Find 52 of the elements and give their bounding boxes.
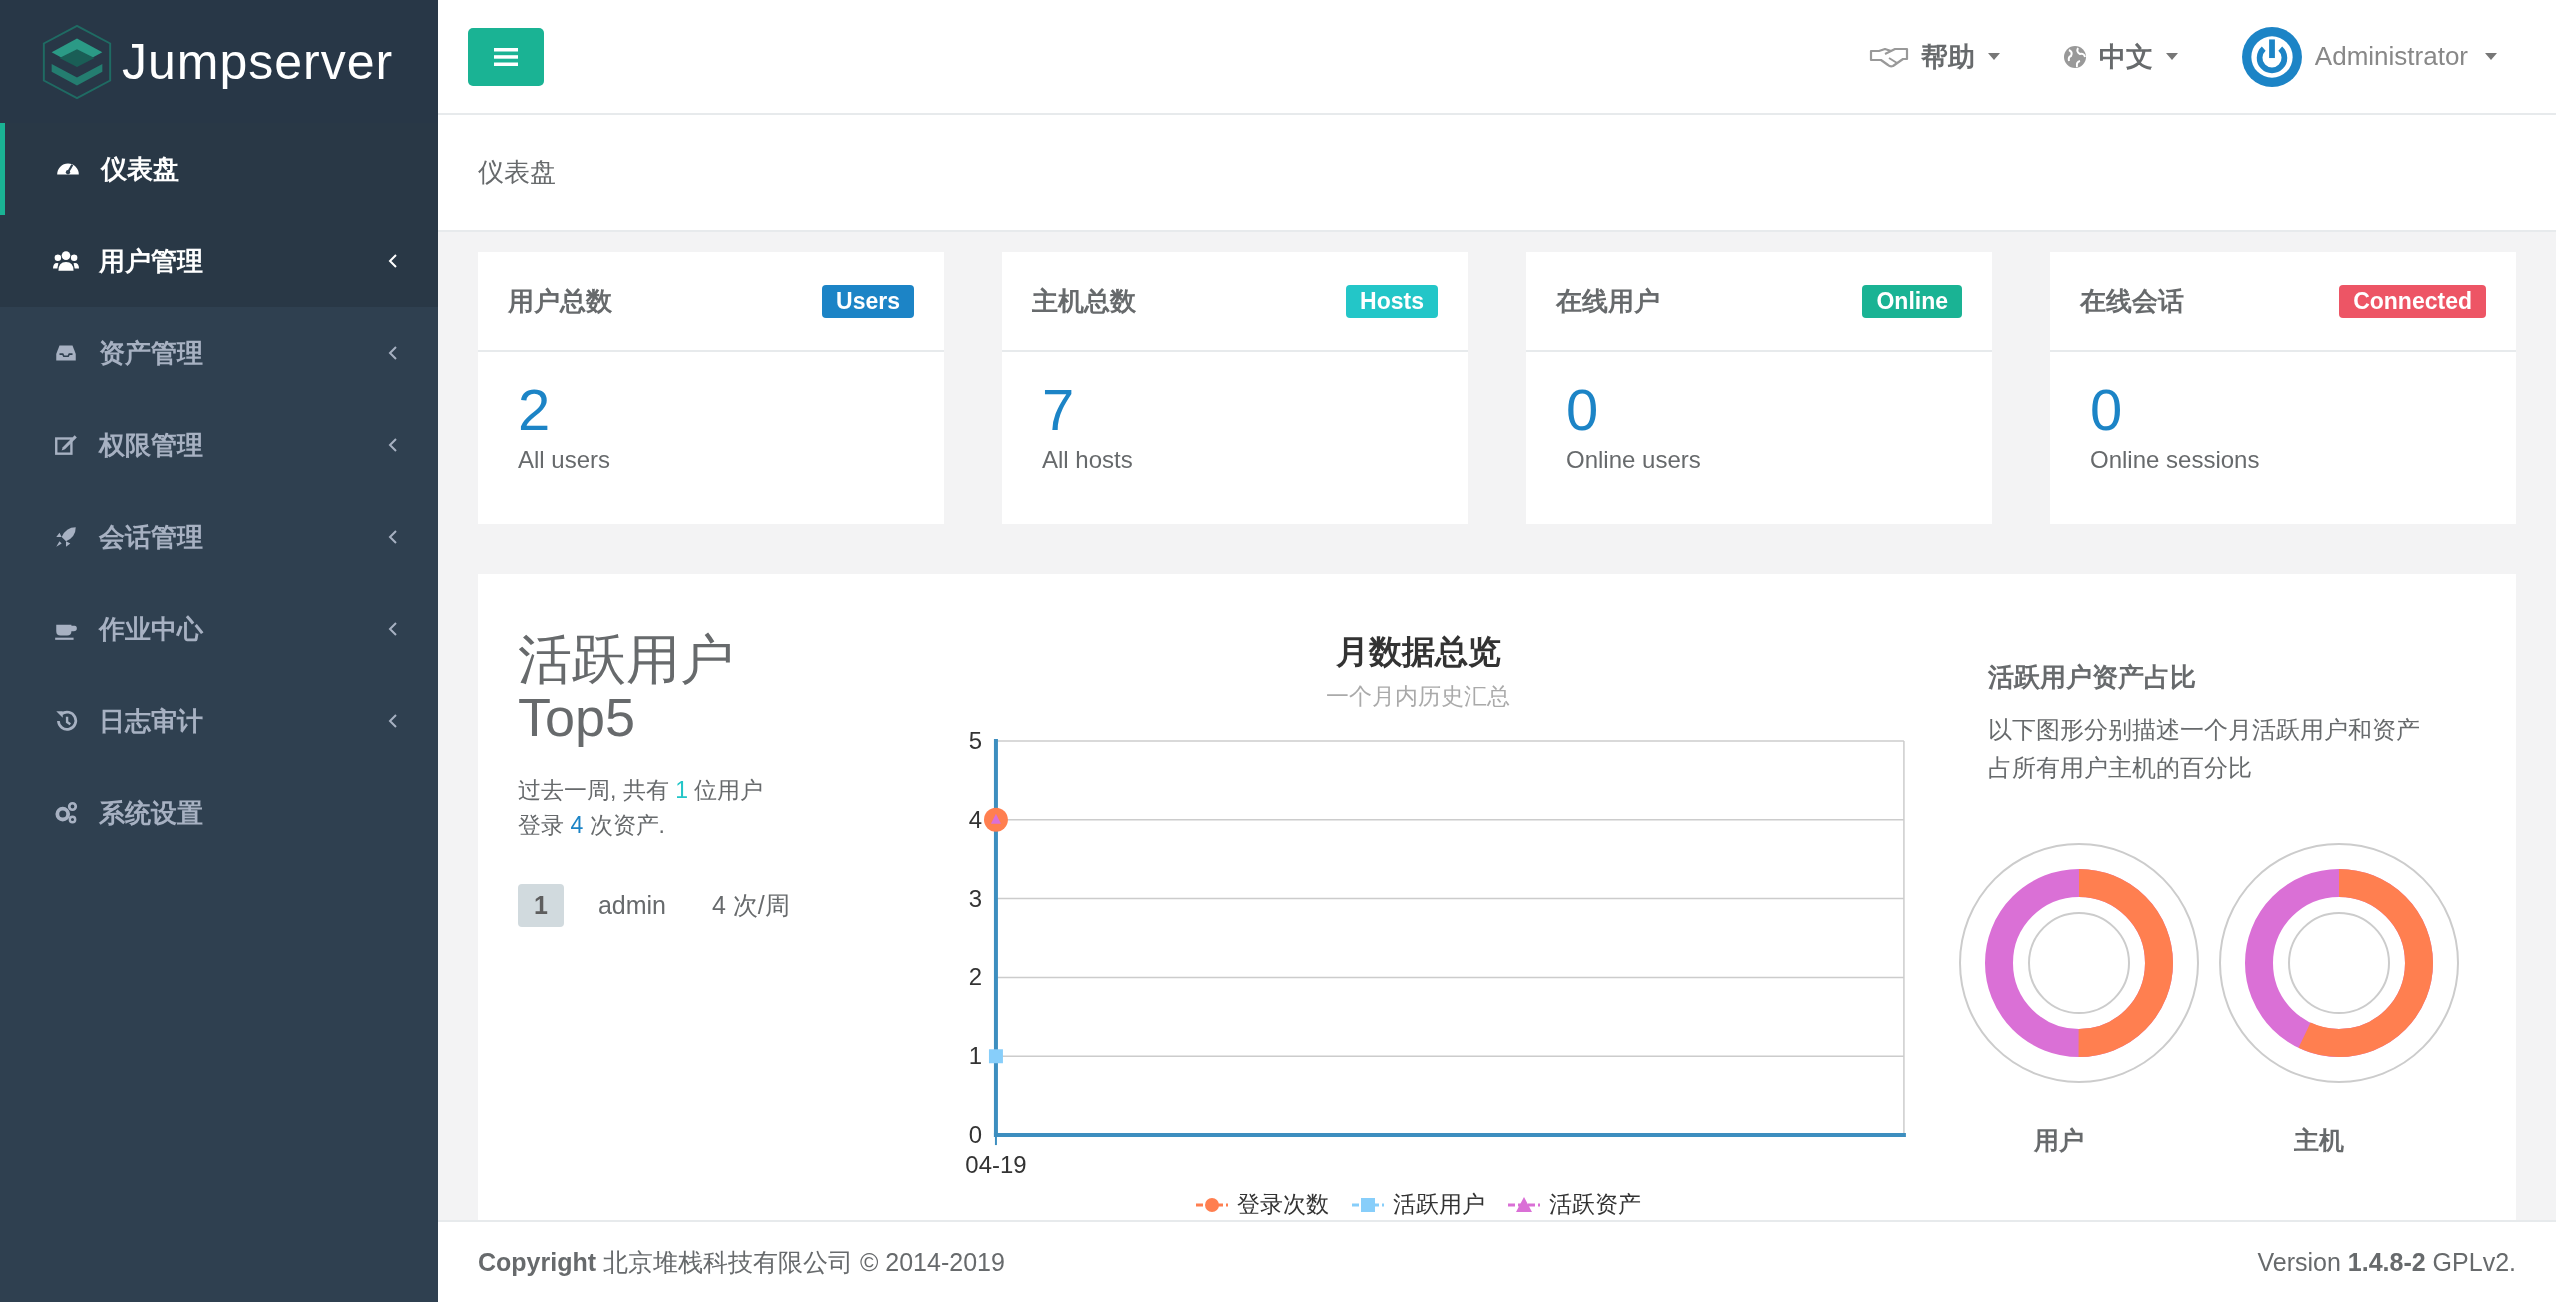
- stat-value: 0: [1566, 378, 1600, 442]
- sidebar-item[interactable]: 日志审计: [0, 675, 438, 767]
- user-name: admin: [597, 890, 666, 920]
- ratio-title: 活跃用户资产占比: [1988, 661, 2197, 694]
- user-menu[interactable]: Administrator: [2314, 41, 2468, 72]
- donut-label: 用户: [2034, 1124, 2084, 1156]
- chart-subtitle: 一个月内历史汇总: [1326, 682, 1510, 711]
- card-label: Hosts: [1346, 284, 1438, 318]
- legend-label: 登录次数: [1237, 1190, 1329, 1219]
- stat-caption: Online sessions: [2090, 445, 2261, 474]
- stat-value: 7: [1042, 378, 1076, 442]
- card-label: Connected: [2339, 284, 2486, 318]
- y-tick-label: 2: [968, 963, 982, 991]
- stat-caption: Online users: [1566, 445, 1702, 474]
- card-title: 在线用户: [1556, 284, 1660, 318]
- sidebar-item[interactable]: 权限管理: [0, 399, 438, 491]
- login-count: 4 次/周: [712, 889, 790, 921]
- y-tick-label: 3: [968, 884, 982, 912]
- donut-label: 主机: [2294, 1124, 2344, 1156]
- ratio-description: 以下图形分别描述一个月活跃用户和资产占所有用户主机的百分比: [1988, 715, 2421, 784]
- card-label: Users: [822, 284, 914, 318]
- help-menu[interactable]: 帮助: [1920, 38, 1975, 75]
- sidebar-item[interactable]: 会话管理: [0, 491, 438, 583]
- card-title: 用户总数: [508, 284, 612, 318]
- chart-title: 月数据总览: [1335, 632, 1501, 672]
- stat-caption: All users: [518, 445, 612, 474]
- sidebar-item[interactable]: 资产管理: [0, 307, 438, 399]
- stat-value: 0: [2090, 378, 2124, 442]
- card-label: Online: [1862, 284, 1962, 318]
- language-menu[interactable]: 中文: [2098, 38, 2153, 75]
- card-title: 主机总数: [1032, 284, 1136, 318]
- version-text: Version 1.4.8-2 GPLv2.: [2257, 1247, 2516, 1277]
- top-users-title: 活跃用户 Top5: [518, 630, 735, 747]
- legend-label: 活跃资产: [1549, 1190, 1641, 1219]
- sidebar-item[interactable]: 仪表盘: [0, 123, 438, 215]
- legend-label: 活跃用户: [1393, 1190, 1485, 1219]
- stat-caption: All hosts: [1042, 445, 1134, 474]
- brand-name: Jumpserver: [122, 32, 394, 91]
- breadcrumb: 仪表盘: [478, 156, 556, 189]
- sidebar-item[interactable]: 用户管理: [0, 215, 438, 307]
- rank-label: 1: [518, 883, 564, 927]
- card-title: 在线会话: [2080, 284, 2184, 318]
- sidebar-item[interactable]: 作业中心: [0, 583, 438, 675]
- stat-value: 2: [518, 378, 552, 442]
- x-tick-label: 04-19: [965, 1151, 1027, 1175]
- y-tick-label: 4: [968, 805, 982, 833]
- y-tick-label: 1: [968, 1042, 982, 1070]
- y-tick-label: 5: [968, 726, 982, 754]
- top-users-summary: 过去一周, 共有 1 位用户 登录 4 次资产.: [518, 775, 765, 841]
- y-tick-label: 0: [968, 1121, 982, 1149]
- sidebar-item[interactable]: 系统设置: [0, 767, 438, 859]
- copyright-text: Copyright 北京堆栈科技有限公司 © 2014-2019: [478, 1246, 1005, 1278]
